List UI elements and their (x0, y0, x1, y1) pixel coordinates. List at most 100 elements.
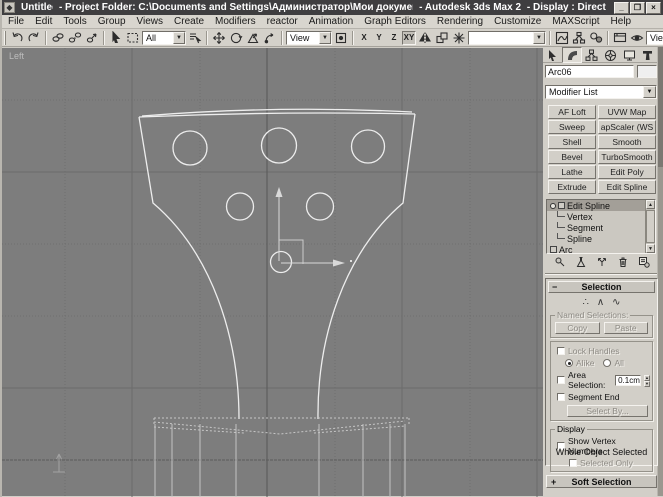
menu-item-modifiers[interactable]: Modifiers (215, 16, 256, 27)
tab-create-icon[interactable] (543, 47, 562, 63)
stack-scrollbar-thumb[interactable] (646, 210, 655, 243)
select-object-icon[interactable] (108, 30, 124, 45)
stack-subobject-vertex[interactable]: Vertex (547, 211, 645, 222)
vertex-subobject-icon[interactable]: ∴ (582, 297, 588, 308)
undo-icon[interactable] (9, 30, 25, 45)
visibility-bulb-icon[interactable] (550, 203, 556, 209)
named-selection-sets-dropdown[interactable]: ▼ (468, 31, 546, 45)
spline-subobject-icon[interactable]: ∿ (612, 297, 620, 308)
menu-item-customize[interactable]: Customize (494, 16, 541, 27)
chevron-down-icon[interactable]: ▼ (173, 32, 185, 44)
area-selection-spinner[interactable]: ▲▼ (644, 375, 650, 386)
layer-manager-icon[interactable] (451, 30, 467, 45)
menu-item-edit[interactable]: Edit (35, 16, 52, 27)
app-icon[interactable]: ◆ (4, 2, 15, 13)
pin-stack-icon[interactable] (554, 256, 566, 270)
scroll-down-icon[interactable]: ▼ (646, 244, 655, 253)
viewport-left[interactable]: Left (2, 47, 543, 496)
material-editor-icon[interactable] (588, 30, 604, 45)
modifier-button-extrude[interactable]: Extrude (548, 180, 596, 194)
modifier-button-turbosmooth[interactable]: TurboSmooth (598, 150, 656, 164)
modifier-button-af-loft[interactable]: AF Loft (548, 105, 596, 119)
selected-only-checkbox[interactable] (569, 459, 577, 467)
all-radio[interactable] (603, 359, 611, 367)
segment-subobject-icon[interactable]: ∧ (597, 297, 604, 308)
reference-coordinate-system-dropdown[interactable]: View ▼ (286, 31, 332, 45)
segment-end-checkbox[interactable] (557, 393, 565, 401)
lock-handles-checkbox[interactable] (557, 347, 565, 355)
expand-icon[interactable]: + (551, 477, 556, 487)
scroll-up-icon[interactable]: ▲ (646, 200, 655, 209)
align-icon[interactable] (434, 30, 450, 45)
show-end-result-icon[interactable] (575, 256, 587, 270)
modifier-button-uvw-map[interactable]: UVW Map (598, 105, 656, 119)
menu-item-tools[interactable]: Tools (63, 16, 86, 27)
render-type-dropdown[interactable]: View ▼ (646, 31, 663, 45)
remove-modifier-icon[interactable] (617, 256, 629, 270)
menu-item-help[interactable]: Help (611, 16, 632, 27)
stack-scrollbar[interactable]: ▲ ▼ (645, 200, 655, 253)
copy-button[interactable]: Copy (555, 322, 600, 334)
modifier-list-dropdown[interactable]: Modifier List ▼ (545, 85, 657, 99)
soft-selection-rollout-header[interactable]: + Soft Selection (546, 475, 657, 488)
menu-item-graph-editors[interactable]: Graph Editors (364, 16, 426, 27)
mirror-icon[interactable] (417, 30, 433, 45)
rectangular-selection-region-icon[interactable] (125, 30, 141, 45)
menu-item-rendering[interactable]: Rendering (437, 16, 483, 27)
spinner-down-icon[interactable]: ▼ (644, 381, 650, 387)
axis-constraint-xy[interactable]: XY (402, 31, 416, 45)
tab-hierarchy-icon[interactable] (582, 47, 601, 63)
menu-item-maxscript[interactable]: MAXScript (552, 16, 599, 27)
object-name-field[interactable]: Arc06 (545, 65, 634, 78)
object-color-swatch[interactable] (637, 65, 657, 78)
configure-modifier-sets-icon[interactable] (638, 256, 650, 270)
close-button[interactable]: × (646, 2, 661, 14)
menu-item-animation[interactable]: Animation (309, 16, 353, 27)
chevron-down-icon[interactable]: ▼ (319, 32, 331, 44)
render-scene-icon[interactable] (612, 30, 628, 45)
select-by-name-icon[interactable] (187, 30, 203, 45)
modifier-button-edit-spline[interactable]: Edit Spline (598, 180, 656, 194)
bind-to-spacewarp-icon[interactable] (84, 30, 100, 45)
menu-item-create[interactable]: Create (174, 16, 204, 27)
selection-filter-dropdown[interactable]: All ▼ (142, 31, 186, 45)
panel-scrollbar-thumb[interactable] (658, 47, 663, 167)
tab-display-icon[interactable] (620, 47, 639, 63)
select-and-manipulate-icon[interactable] (262, 30, 278, 45)
restore-button[interactable]: ❐ (630, 2, 645, 14)
alike-radio[interactable] (565, 359, 573, 367)
select-and-link-icon[interactable] (50, 30, 66, 45)
modifier-button-sweep[interactable]: Sweep (548, 120, 596, 134)
curve-editor-icon[interactable] (554, 30, 570, 45)
paste-button[interactable]: Paste (604, 322, 649, 334)
axis-constraint-z[interactable]: Z (387, 31, 401, 45)
modifier-button-edit-poly[interactable]: Edit Poly (598, 165, 656, 179)
axis-constraint-y[interactable]: Y (372, 31, 386, 45)
render-quick-icon[interactable] (629, 30, 645, 45)
menu-item-reactor[interactable]: reactor (267, 16, 298, 27)
menu-item-file[interactable]: File (8, 16, 24, 27)
chevron-down-icon[interactable]: ▼ (643, 86, 656, 98)
minimize-button[interactable]: _ (614, 2, 629, 14)
stack-subobject-segment[interactable]: Segment (547, 222, 645, 233)
tab-utilities-icon[interactable] (638, 47, 657, 63)
viewport-canvas[interactable] (2, 48, 543, 497)
chevron-down-icon[interactable]: ▼ (533, 32, 545, 44)
selection-rollout-header[interactable]: − Selection (548, 281, 655, 293)
stack-item-arc[interactable]: Arc (547, 244, 645, 253)
schematic-view-icon[interactable] (571, 30, 587, 45)
select-and-rotate-icon[interactable] (228, 30, 244, 45)
menu-item-group[interactable]: Group (98, 16, 126, 27)
modifier-button-apscaler-ws[interactable]: apScaler (WS (598, 120, 656, 134)
stack-item-edit-spline[interactable]: Edit Spline (547, 200, 645, 211)
select-and-scale-icon[interactable] (245, 30, 261, 45)
unlink-selection-icon[interactable] (67, 30, 83, 45)
viewport-label[interactable]: Left (9, 51, 24, 61)
modifier-button-bevel[interactable]: Bevel (548, 150, 596, 164)
select-by-button[interactable]: Select By... (567, 405, 648, 417)
redo-icon[interactable] (26, 30, 42, 45)
stack-subobject-spline[interactable]: Spline (547, 233, 645, 244)
collapse-icon[interactable]: − (552, 282, 557, 292)
select-and-move-icon[interactable] (211, 30, 227, 45)
axis-constraint-x[interactable]: X (357, 31, 371, 45)
